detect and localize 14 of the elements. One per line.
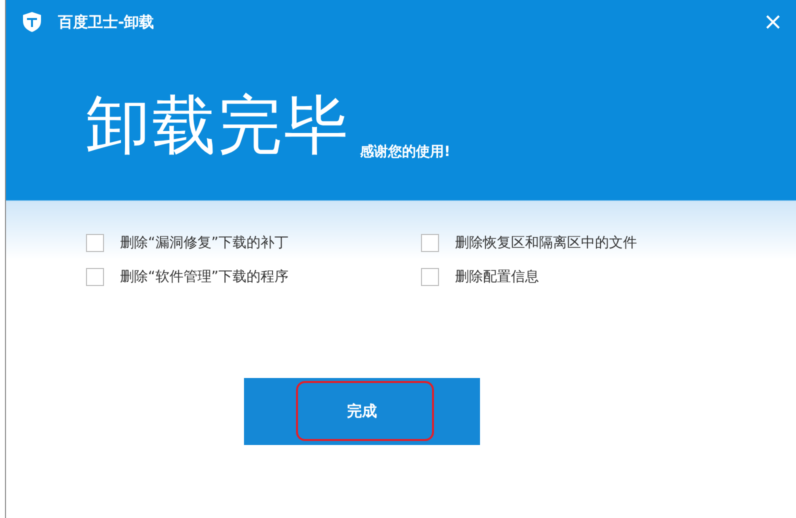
checkbox[interactable] <box>86 268 104 286</box>
checkbox[interactable] <box>86 234 104 252</box>
option-label: 删除恢复区和隔离区中的文件 <box>455 234 637 252</box>
shield-icon <box>22 11 42 33</box>
finish-button[interactable]: 完成 <box>244 378 480 445</box>
checkbox[interactable] <box>421 234 439 252</box>
option-label: 删除“漏洞修复”下载的补丁 <box>120 234 289 252</box>
heading: 卸载完毕 <box>86 90 350 162</box>
checkbox[interactable] <box>421 268 439 286</box>
subheading: 感谢您的使用! <box>360 143 450 162</box>
close-icon <box>766 15 780 29</box>
window-title: 百度卫士-卸载 <box>58 12 156 32</box>
option-label: 删除配置信息 <box>455 268 539 286</box>
option-label: 删除“软件管理”下载的程序 <box>120 268 289 286</box>
